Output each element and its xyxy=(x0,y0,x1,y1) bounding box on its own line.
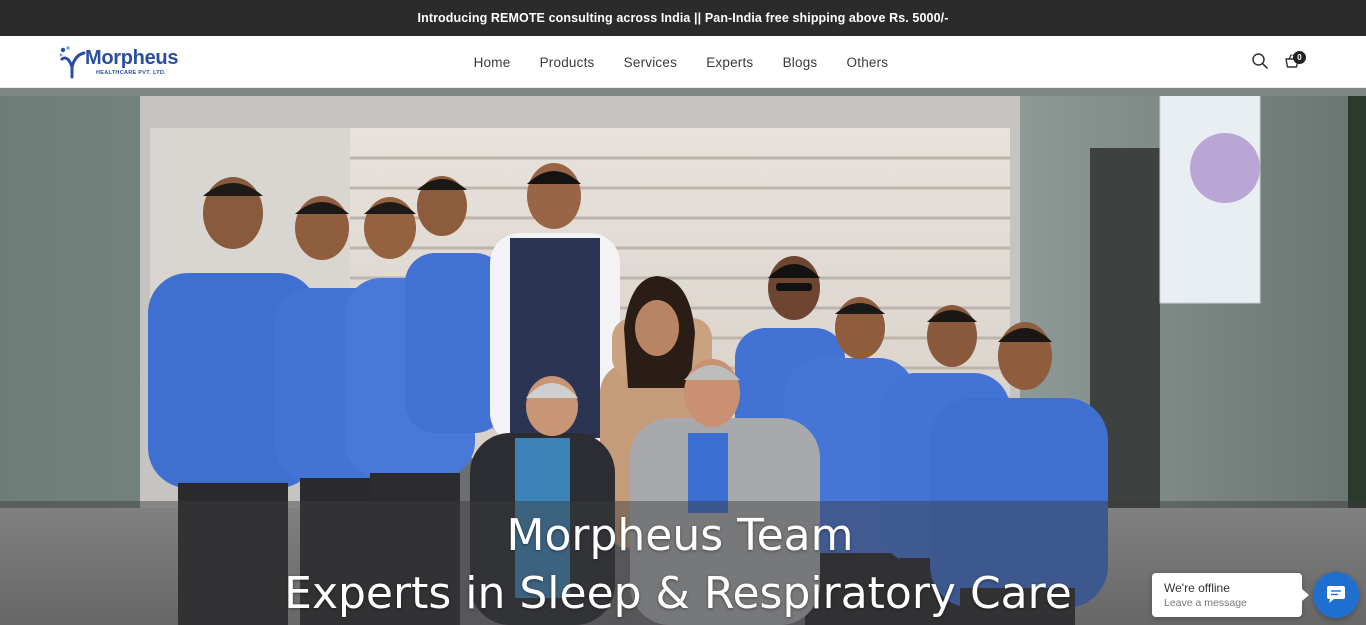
chat-icon xyxy=(1327,586,1345,603)
nav-products[interactable]: Products xyxy=(525,55,609,70)
brand-name: Morpheus xyxy=(85,47,179,69)
chat-launcher-button[interactable] xyxy=(1313,572,1359,618)
cart-count-badge: 0 xyxy=(1293,51,1306,64)
nav-experts[interactable]: Experts xyxy=(692,55,768,70)
nav-others[interactable]: Others xyxy=(832,55,903,70)
hero-banner: Morpheus Team Experts in Sleep & Respira… xyxy=(0,88,1366,625)
hero-title: Morpheus Team xyxy=(506,510,854,561)
chat-status-text: We're offline xyxy=(1164,581,1230,595)
search-icon[interactable] xyxy=(1250,51,1270,71)
nav-blogs[interactable]: Blogs xyxy=(768,55,832,70)
brand-logo[interactable]: Morpheus HEALTHCARE PVT. LTD. xyxy=(58,43,188,81)
main-nav: Home Products Services Experts Blogs Oth… xyxy=(459,36,903,88)
logo-mark-icon xyxy=(59,46,86,79)
announcement-bar: Introducing REMOTE consulting across Ind… xyxy=(0,0,1366,36)
brand-tagline: HEALTHCARE PVT. LTD. xyxy=(96,70,166,76)
site-header: Morpheus HEALTHCARE PVT. LTD. Home Produ… xyxy=(0,36,1366,88)
chat-offline-panel[interactable]: We're offline Leave a message xyxy=(1152,573,1309,617)
nav-services[interactable]: Services xyxy=(609,55,692,70)
chat-leave-message[interactable]: Leave a message xyxy=(1164,597,1247,609)
nav-home[interactable]: Home xyxy=(459,55,525,70)
announcement-text: Introducing REMOTE consulting across Ind… xyxy=(417,11,949,25)
